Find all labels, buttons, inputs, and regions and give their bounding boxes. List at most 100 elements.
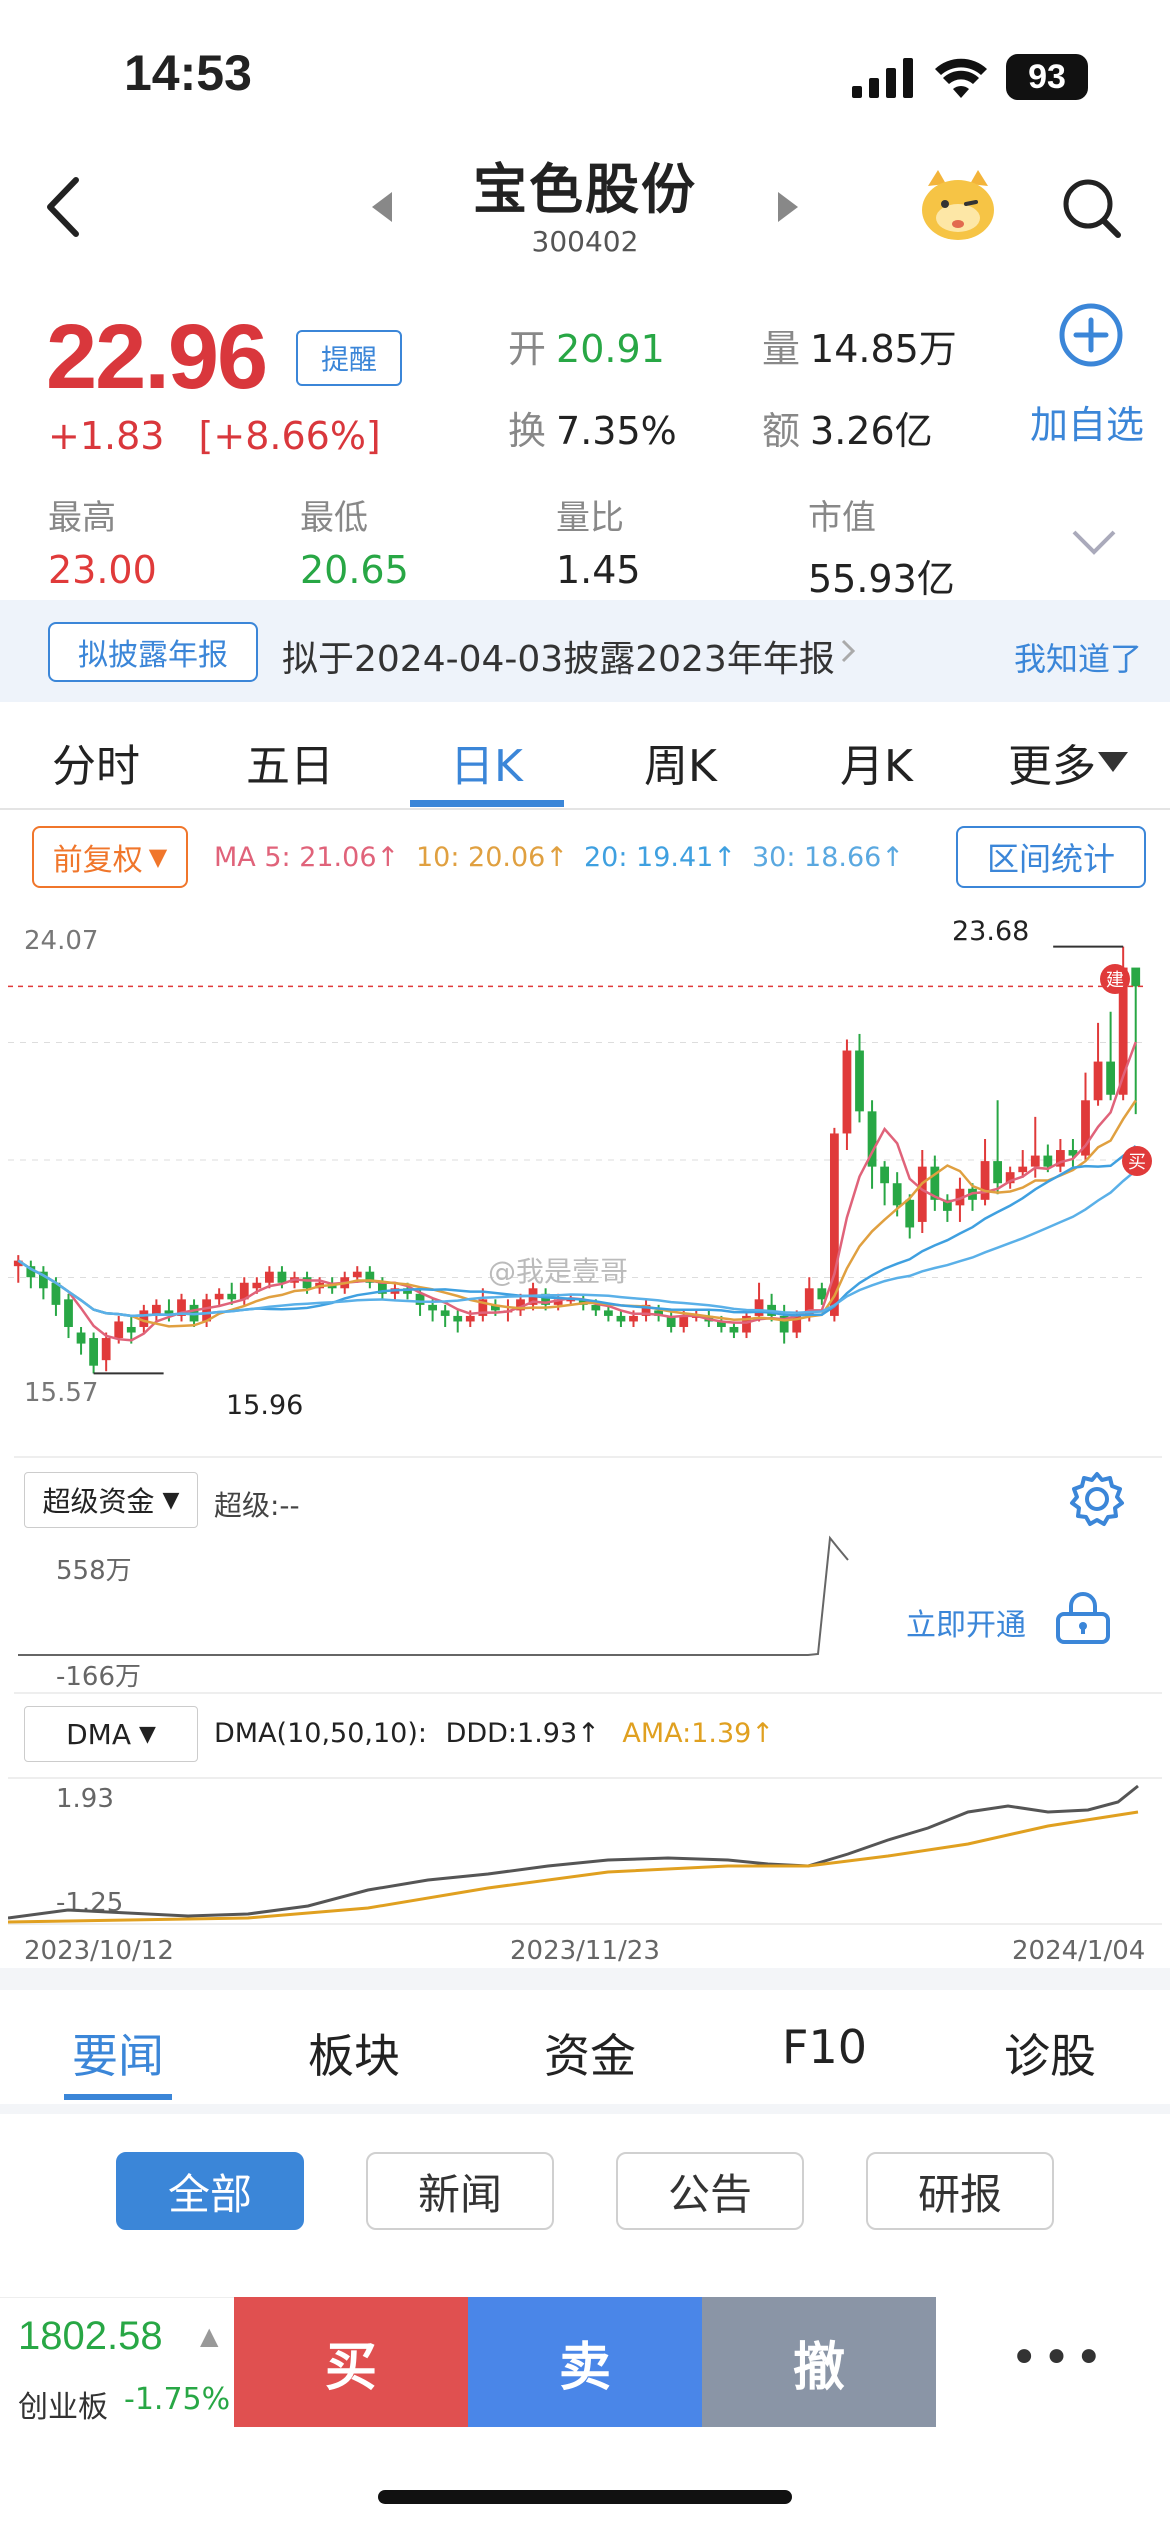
caret-down-icon: ▼ — [162, 1487, 180, 1513]
gear-icon[interactable] — [1068, 1470, 1126, 1528]
home-indicator — [378, 2490, 792, 2504]
candle-body — [603, 1310, 613, 1316]
date-mid: 2023/11/23 — [510, 1936, 660, 1966]
tab-weekly-k[interactable]: 周K — [644, 730, 717, 794]
high-value: 23.00 — [48, 548, 157, 592]
filter-announcement[interactable]: 公告 — [616, 2152, 804, 2230]
add-watch-icon[interactable] — [1058, 302, 1124, 368]
lock-icon[interactable] — [1054, 1592, 1112, 1644]
candle-body — [679, 1315, 689, 1327]
filter-all[interactable]: 全部 — [116, 2152, 304, 2230]
candle-body — [428, 1304, 438, 1311]
date-end: 2024/1/04 — [1012, 1936, 1146, 1966]
build-badge[interactable]: 建 — [1100, 964, 1130, 994]
subtab-diagnosis[interactable]: 诊股 — [1004, 2020, 1096, 2086]
subtab-sector[interactable]: 板块 — [308, 2020, 400, 2086]
kline-chart[interactable] — [8, 905, 1162, 1425]
candle-body — [905, 1199, 915, 1228]
unlock-button[interactable]: 立即开通 — [906, 1600, 1026, 1644]
prev-stock-icon[interactable] — [370, 190, 394, 224]
candle-body — [616, 1315, 626, 1322]
signal-icon — [852, 58, 913, 98]
next-stock-icon[interactable] — [776, 190, 800, 224]
amount-label: 额 — [762, 409, 801, 453]
candle-body — [880, 1166, 890, 1184]
dma-chart — [8, 1777, 1162, 1925]
candle-body — [227, 1293, 237, 1300]
status-bar: 14:53 93 — [0, 0, 1170, 140]
price-axis-top: 24.07 — [24, 926, 99, 956]
candle-body — [89, 1338, 99, 1366]
dma-params: DMA(10,50,10): DDD:1.93↑ AMA:1.39↑ — [214, 1718, 774, 1749]
candle-body — [126, 1326, 136, 1333]
candle-body — [277, 1271, 287, 1283]
candle-body — [453, 1315, 463, 1322]
ma10-line — [17, 1099, 1137, 1328]
section-gap — [0, 2104, 1170, 2114]
candle-body — [114, 1321, 124, 1339]
candle-body — [629, 1315, 638, 1322]
cancel-button[interactable]: 撤 — [702, 2297, 936, 2427]
back-icon[interactable] — [44, 176, 84, 238]
ma30-line — [17, 1169, 1137, 1318]
search-icon[interactable] — [1062, 176, 1122, 240]
range-stats-button[interactable]: 区间统计 — [956, 826, 1146, 888]
tab-monthly-k[interactable]: 月K — [840, 730, 913, 794]
add-watch-button[interactable]: 加自选 — [1030, 394, 1144, 449]
index-name: 创业板 — [18, 2390, 108, 2425]
dma-ama: AMA:1.39↑ — [622, 1718, 774, 1749]
ma20-readout: 20: 19.41↑ — [584, 842, 736, 873]
sell-button[interactable]: 卖 — [468, 2297, 702, 2427]
remind-button[interactable]: 提醒 — [296, 330, 402, 386]
super-funds-value: 超级:-- — [214, 1489, 300, 1522]
date-start: 2023/10/12 — [24, 1936, 174, 1966]
chevron-down-icon[interactable] — [1070, 528, 1118, 556]
candle-body — [591, 1304, 601, 1311]
volume-value: 14.85万 — [810, 327, 957, 371]
subtab-news[interactable]: 要闻 — [72, 2020, 164, 2086]
turnover-stat: 换 7.35% — [508, 400, 677, 455]
subtab-indicator — [64, 2094, 172, 2100]
price-axis-bottom: 15.57 — [24, 1378, 99, 1408]
vol-ratio-label: 量比 — [556, 498, 624, 538]
candle-body — [1131, 967, 1141, 987]
filter-news[interactable]: 新闻 — [366, 2152, 554, 2230]
subtab-funds[interactable]: 资金 — [544, 2020, 636, 2086]
tab-five-day[interactable]: 五日 — [246, 730, 334, 794]
ma10-readout: 10: 20.06↑ — [416, 842, 568, 873]
candle-body — [754, 1299, 764, 1316]
amount-value: 3.26亿 — [810, 409, 933, 453]
section-gap — [0, 1968, 1170, 1990]
tab-more[interactable]: 更多 — [1008, 730, 1096, 794]
low-marker-label: 15.96 — [226, 1390, 304, 1421]
mascot-icon[interactable] — [918, 168, 998, 242]
candle-body — [264, 1271, 274, 1283]
dma-ddd: DDD:1.93↑ — [445, 1718, 600, 1749]
dma-selector-label: DMA — [66, 1717, 131, 1751]
vol-ratio-value: 1.45 — [556, 548, 641, 592]
change-percent: [+8.66%] — [198, 414, 381, 458]
stock-code: 300402 — [531, 225, 639, 258]
candle-body — [1030, 1155, 1040, 1167]
mkt-cap-value: 55.93亿 — [808, 557, 955, 601]
buy-button[interactable]: 买 — [234, 2297, 468, 2427]
candle-body — [842, 1050, 852, 1134]
dma-selector[interactable]: DMA ▼ — [24, 1706, 198, 1762]
adjust-selector[interactable]: 前复权 ▼ — [32, 826, 188, 888]
candle-body — [917, 1166, 927, 1222]
notice-dismiss[interactable]: 我知道了 — [1014, 634, 1142, 680]
super-funds-selector[interactable]: 超级资金 ▼ — [24, 1472, 198, 1528]
notice-text[interactable]: 拟于2024-04-03披露2023年年报 — [282, 630, 835, 682]
subtab-f10[interactable]: F10 — [782, 2020, 867, 2074]
filter-research[interactable]: 研报 — [866, 2152, 1054, 2230]
caret-down-icon — [1098, 752, 1128, 772]
open-label: 开 — [508, 327, 547, 371]
tab-daily-k[interactable]: 日K — [450, 730, 523, 794]
wifi-icon — [935, 58, 987, 98]
mkt-cap-label: 市值 — [808, 498, 876, 538]
more-icon[interactable]: ••• — [1010, 2330, 1107, 2386]
active-tab-indicator — [410, 800, 564, 807]
buy-badge[interactable]: 买 — [1122, 1146, 1152, 1176]
tab-intraday[interactable]: 分时 — [52, 730, 140, 794]
candle-body — [1018, 1166, 1028, 1173]
